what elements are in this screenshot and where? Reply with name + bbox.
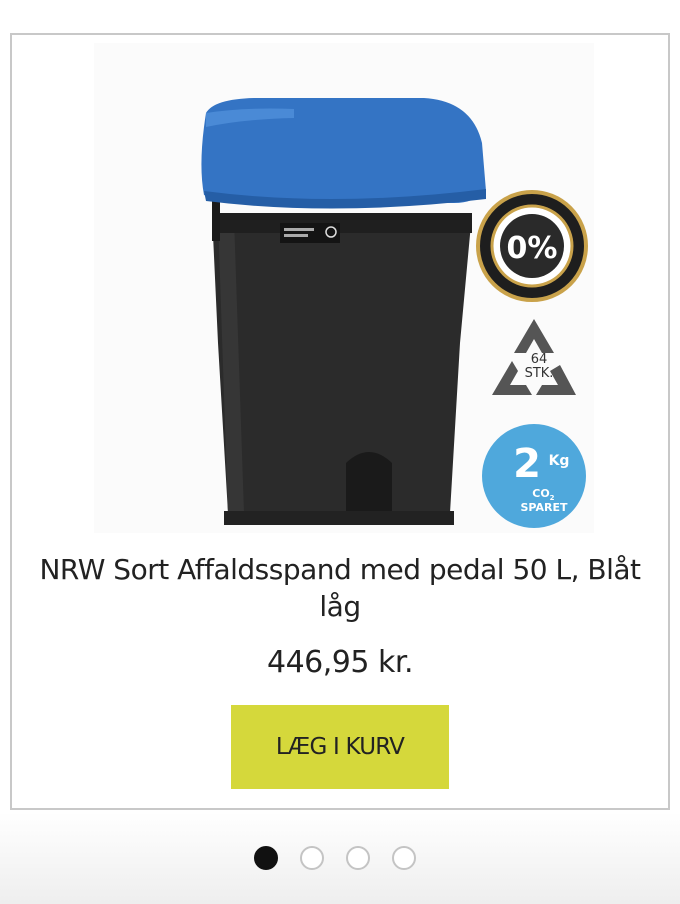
product-price: 446,95 kr.	[267, 645, 414, 680]
product-card[interactable]: 0% 64 STK. 2 Kg CO 2 SPARET NRW Sort Aff…	[10, 33, 670, 810]
carousel-dot-2[interactable]	[300, 846, 324, 870]
svg-text:CO: CO	[532, 487, 549, 500]
carousel-dot-1[interactable]	[254, 846, 278, 870]
product-image[interactable]: 0% 64 STK. 2 Kg CO 2 SPARET	[94, 43, 594, 533]
product-title[interactable]: NRW Sort Affaldsspand med pedal 50 L, Bl…	[20, 551, 660, 625]
recycle-badge-icon: 64 STK.	[492, 319, 576, 395]
svg-text:64: 64	[531, 352, 548, 367]
svg-text:Kg: Kg	[549, 453, 570, 469]
svg-text:STK.: STK.	[525, 366, 554, 381]
zero-waste-badge-icon: 0%	[476, 190, 588, 302]
svg-text:SPARET: SPARET	[521, 501, 568, 514]
carousel-dot-4[interactable]	[392, 846, 416, 870]
add-to-cart-button[interactable]: LÆG I KURV	[231, 705, 449, 789]
svg-text:0%: 0%	[507, 231, 558, 266]
carousel-pagination	[254, 846, 434, 876]
svg-text:2: 2	[513, 441, 541, 487]
co2-saved-badge-icon: 2 Kg CO 2 SPARET	[482, 424, 586, 528]
carousel-dot-3[interactable]	[346, 846, 370, 870]
